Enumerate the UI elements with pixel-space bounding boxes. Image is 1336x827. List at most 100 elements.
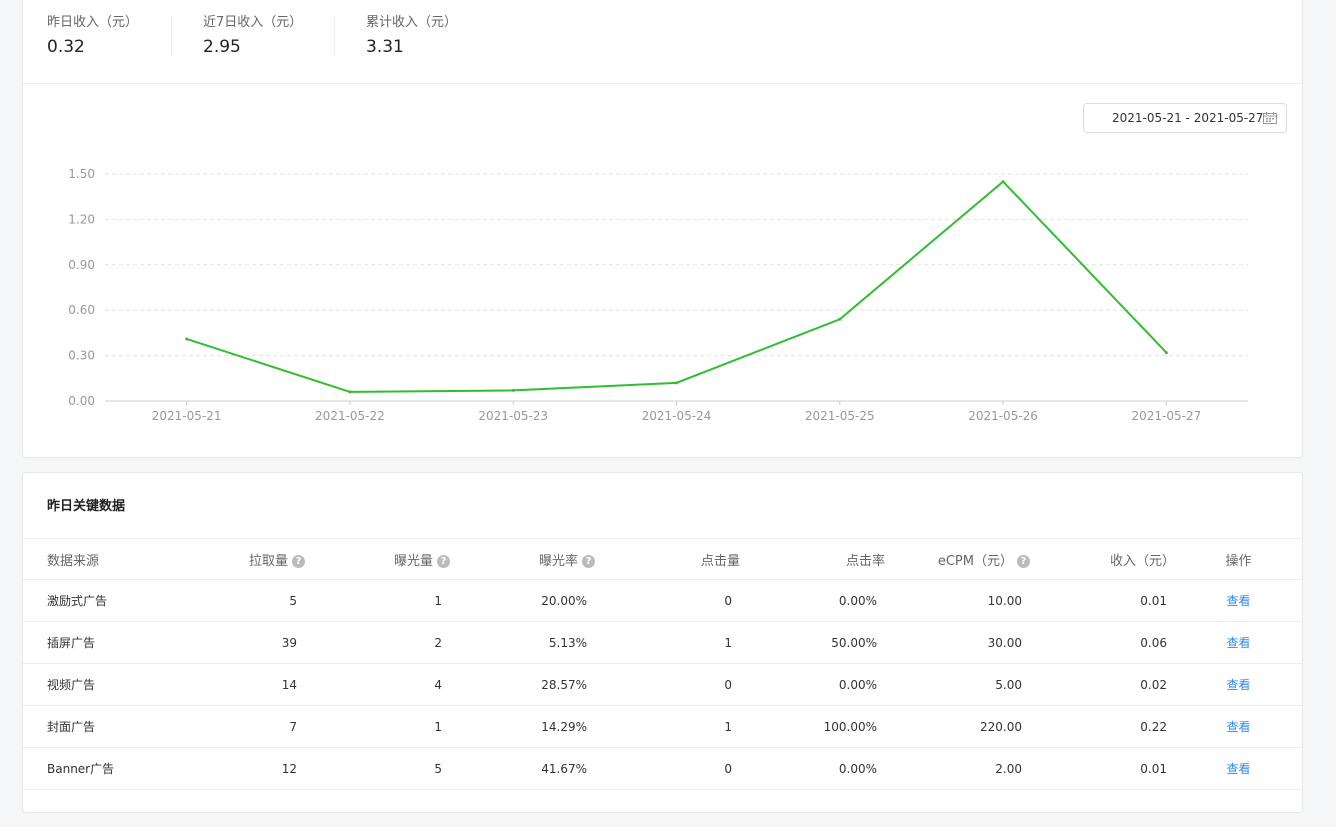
cell-source: 视频广告 bbox=[23, 663, 173, 706]
cell-expose: 1 bbox=[305, 705, 450, 748]
view-link[interactable]: 查看 bbox=[1226, 636, 1250, 650]
key-data-table: 数据来源 拉取量? 曝光量? 曝光率? 点击量 点击率 eCPM（元）? 收入（… bbox=[23, 539, 1302, 790]
help-icon[interactable]: ? bbox=[292, 554, 305, 568]
x-tick-label: 2021-05-26 bbox=[968, 409, 1038, 423]
data-point bbox=[1001, 180, 1005, 184]
cell-expose: 1 bbox=[305, 579, 450, 622]
cell-ctr: 50.00% bbox=[740, 621, 885, 664]
section-title: 昨日关键数据 bbox=[47, 499, 126, 514]
cell-clicks: 0 bbox=[595, 663, 740, 706]
cell-source: 激励式广告 bbox=[23, 579, 173, 622]
series-line bbox=[186, 180, 1168, 393]
x-tick-label: 2021-05-25 bbox=[805, 409, 875, 423]
cell-action: 查看 bbox=[1175, 621, 1302, 664]
cell-clicks: 1 bbox=[595, 621, 740, 664]
cell-revenue: 0.01 bbox=[1030, 579, 1175, 622]
key-data-card: 昨日关键数据 数据来源 拉取量? 曝光量? 曝光率? 点击量 点击率 eCPM（… bbox=[22, 472, 1303, 813]
cell-revenue: 0.02 bbox=[1030, 663, 1175, 706]
revenue-overview-card: 昨日收入（元） 0.32 近7日收入（元） 2.95 累计收入（元） 3.31 … bbox=[22, 0, 1303, 458]
cell-ctr: 0.00% bbox=[740, 747, 885, 790]
table-row: 激励式广告 5 1 20.00% 0 0.00% 10.00 0.01 查看 bbox=[23, 579, 1302, 622]
y-tick-label: 0.00 bbox=[68, 394, 95, 408]
cell-ctr: 100.00% bbox=[740, 705, 885, 748]
header-label: 曝光量 bbox=[393, 553, 433, 569]
cell-pull: 12 bbox=[173, 747, 305, 790]
header-label: 拉取量 bbox=[248, 553, 288, 569]
cell-clicks: 0 bbox=[595, 747, 740, 790]
cell-pull: 14 bbox=[173, 663, 305, 706]
y-tick-label: 1.20 bbox=[68, 212, 95, 226]
x-tick-label: 2021-05-27 bbox=[1131, 409, 1201, 423]
col-ecpm: eCPM（元）? bbox=[885, 539, 1030, 580]
y-tick-label: 1.50 bbox=[68, 167, 95, 181]
cell-revenue: 0.06 bbox=[1030, 621, 1175, 664]
cell-expose: 4 bbox=[305, 663, 450, 706]
data-point bbox=[675, 381, 678, 385]
cell-pull: 5 bbox=[173, 579, 305, 622]
cell-ecpm: 30.00 bbox=[885, 621, 1030, 664]
col-revenue: 收入（元） bbox=[1030, 539, 1175, 580]
cell-pull: 7 bbox=[173, 705, 305, 748]
cell-action: 查看 bbox=[1175, 747, 1302, 790]
cell-clicks: 1 bbox=[595, 705, 740, 748]
col-clicks: 点击量 bbox=[595, 539, 740, 580]
help-icon[interactable]: ? bbox=[437, 554, 450, 568]
cell-source: 封面广告 bbox=[23, 705, 173, 748]
y-tick-label: 0.30 bbox=[68, 349, 95, 363]
table-row: 插屏广告 39 2 5.13% 1 50.00% 30.00 0.06 查看 bbox=[23, 621, 1302, 664]
x-tick-label: 2021-05-22 bbox=[315, 409, 385, 423]
cell-ctr: 0.00% bbox=[740, 663, 885, 706]
help-icon[interactable]: ? bbox=[582, 554, 595, 568]
cell-action: 查看 bbox=[1175, 705, 1302, 748]
header-label: 曝光率 bbox=[538, 553, 578, 569]
cell-expose-rate: 41.67% bbox=[450, 747, 595, 790]
header-label: 操作 bbox=[1225, 553, 1252, 569]
col-expose-rate: 曝光率? bbox=[450, 539, 595, 580]
revenue-line-chart: 0.00 0.30 0.60 0.90 1.20 1.50 2021-05-21 2021-0… bbox=[68, 167, 1248, 423]
cell-action: 查看 bbox=[1175, 663, 1302, 706]
table-header-row: 数据来源 拉取量? 曝光量? 曝光率? 点击量 点击率 eCPM（元）? 收入（… bbox=[23, 539, 1302, 580]
col-action: 操作 bbox=[1175, 539, 1302, 580]
cell-ecpm: 5.00 bbox=[885, 663, 1030, 706]
data-point bbox=[511, 388, 515, 392]
col-pull: 拉取量? bbox=[173, 539, 305, 580]
cell-ecpm: 220.00 bbox=[885, 705, 1030, 748]
col-source: 数据来源 bbox=[23, 539, 173, 580]
cell-clicks: 0 bbox=[595, 579, 740, 622]
header-label: 点击率 bbox=[845, 553, 885, 569]
help-icon[interactable]: ? bbox=[1017, 554, 1030, 568]
cell-source: Banner广告 bbox=[23, 747, 173, 790]
header-label: 收入（元） bbox=[1109, 553, 1175, 569]
cell-expose-rate: 14.29% bbox=[450, 705, 595, 748]
y-tick-label: 0.60 bbox=[68, 303, 95, 317]
header-label: eCPM（元） bbox=[937, 553, 1013, 569]
data-point bbox=[838, 317, 842, 321]
col-ctr: 点击率 bbox=[740, 539, 885, 580]
x-tick-label: 2021-05-23 bbox=[478, 409, 548, 423]
header-label: 点击量 bbox=[700, 553, 740, 569]
cell-revenue: 0.01 bbox=[1030, 747, 1175, 790]
cell-pull: 39 bbox=[173, 621, 305, 664]
header-label: 数据来源 bbox=[47, 553, 100, 569]
view-link[interactable]: 查看 bbox=[1226, 720, 1250, 734]
cell-ecpm: 10.00 bbox=[885, 579, 1030, 622]
table-row: 封面广告 7 1 14.29% 1 100.00% 220.00 0.22 查看 bbox=[23, 705, 1302, 748]
col-expose: 曝光量? bbox=[305, 539, 450, 580]
view-link[interactable]: 查看 bbox=[1226, 762, 1250, 776]
view-link[interactable]: 查看 bbox=[1226, 678, 1250, 692]
cell-expose-rate: 20.00% bbox=[450, 579, 595, 622]
x-tick-label: 2021-05-24 bbox=[642, 409, 712, 423]
cell-source: 插屏广告 bbox=[23, 621, 173, 664]
cell-ecpm: 2.00 bbox=[885, 747, 1030, 790]
data-point bbox=[1164, 351, 1168, 355]
table-row: Banner广告 12 5 41.67% 0 0.00% 2.00 0.01 查看 bbox=[23, 747, 1302, 790]
cell-revenue: 0.22 bbox=[1030, 705, 1175, 748]
view-link[interactable]: 查看 bbox=[1226, 594, 1250, 608]
x-tick-label: 2021-05-21 bbox=[152, 409, 222, 423]
cell-expose-rate: 28.57% bbox=[450, 663, 595, 706]
cell-expose: 5 bbox=[305, 747, 450, 790]
y-tick-label: 0.90 bbox=[68, 258, 95, 272]
cell-expose-rate: 5.13% bbox=[450, 621, 595, 664]
cell-expose: 2 bbox=[305, 621, 450, 664]
table-row: 视频广告 14 4 28.57% 0 0.00% 5.00 0.02 查看 bbox=[23, 663, 1302, 706]
